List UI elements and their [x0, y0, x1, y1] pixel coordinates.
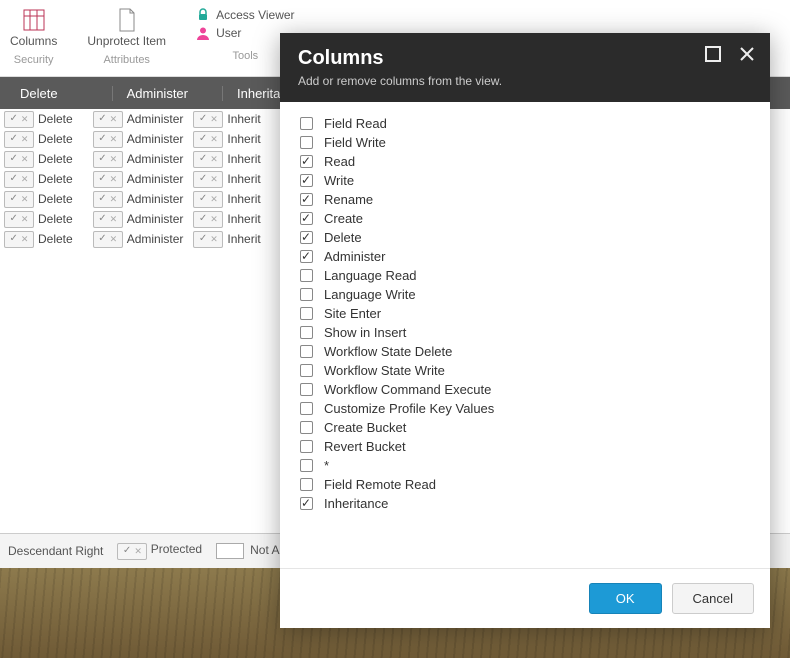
column-option[interactable]: Field Read — [296, 114, 754, 133]
column-option[interactable]: Rename — [296, 190, 754, 209]
column-checkbox[interactable] — [300, 364, 313, 377]
column-option[interactable]: Workflow State Write — [296, 361, 754, 380]
column-option-label: Revert Bucket — [324, 439, 406, 454]
column-option[interactable]: Language Read — [296, 266, 754, 285]
column-option-label: Inheritance — [324, 496, 388, 511]
column-checkbox[interactable] — [300, 193, 313, 206]
column-checkbox[interactable] — [300, 269, 313, 282]
column-checkbox[interactable] — [300, 402, 313, 415]
column-checkbox[interactable] — [300, 478, 313, 491]
dialog-subtitle: Add or remove columns from the view. — [298, 74, 752, 88]
dialog-body: Field Read Field Write Read Write Rename Crea… — [280, 102, 770, 568]
column-option[interactable]: Language Write — [296, 285, 754, 304]
column-option-label: Field Remote Read — [324, 477, 436, 492]
column-option-label: Language Read — [324, 268, 417, 283]
column-option-label: Language Write — [324, 287, 416, 302]
column-option[interactable]: Delete — [296, 228, 754, 247]
column-option-label: Rename — [324, 192, 373, 207]
column-option-label: Field Read — [324, 116, 387, 131]
column-checkbox[interactable] — [300, 421, 313, 434]
column-option-label: Read — [324, 154, 355, 169]
column-checkbox[interactable] — [300, 288, 313, 301]
ok-button[interactable]: OK — [589, 583, 662, 614]
column-checkbox[interactable] — [300, 326, 313, 339]
column-checkbox[interactable] — [300, 440, 313, 453]
column-checkbox[interactable] — [300, 345, 313, 358]
column-option[interactable]: Revert Bucket — [296, 437, 754, 456]
column-option[interactable]: Field Write — [296, 133, 754, 152]
column-option[interactable]: Read — [296, 152, 754, 171]
column-option-label: Customize Profile Key Values — [324, 401, 494, 416]
column-option-label: Workflow State Write — [324, 363, 445, 378]
dialog-footer: OK Cancel — [280, 568, 770, 628]
dialog-title: Columns — [298, 47, 752, 70]
columns-dialog: Columns Add or remove columns from the v… — [280, 33, 770, 628]
column-option-label: Delete — [324, 230, 362, 245]
column-checkbox[interactable] — [300, 174, 313, 187]
column-option[interactable]: Show in Insert — [296, 323, 754, 342]
dialog-header: Columns Add or remove columns from the v… — [280, 33, 770, 102]
column-option-label: * — [324, 458, 329, 473]
column-option-label: Workflow State Delete — [324, 344, 452, 359]
column-checkbox[interactable] — [300, 307, 313, 320]
maximize-button[interactable] — [704, 45, 722, 63]
close-button[interactable] — [738, 45, 756, 63]
column-option[interactable]: Site Enter — [296, 304, 754, 323]
cancel-button[interactable]: Cancel — [672, 583, 754, 614]
column-option-label: Field Write — [324, 135, 386, 150]
column-option[interactable]: * — [296, 456, 754, 475]
column-checkbox[interactable] — [300, 155, 313, 168]
column-checkbox[interactable] — [300, 231, 313, 244]
column-option-label: Create Bucket — [324, 420, 406, 435]
column-option[interactable]: Field Remote Read — [296, 475, 754, 494]
column-checkbox[interactable] — [300, 383, 313, 396]
column-checkbox[interactable] — [300, 459, 313, 472]
column-option[interactable]: Customize Profile Key Values — [296, 399, 754, 418]
column-option[interactable]: Write — [296, 171, 754, 190]
column-option-label: Workflow Command Execute — [324, 382, 491, 397]
column-option[interactable]: Workflow State Delete — [296, 342, 754, 361]
close-icon — [739, 46, 755, 62]
column-option[interactable]: Create Bucket — [296, 418, 754, 437]
column-checkbox[interactable] — [300, 212, 313, 225]
column-checkbox[interactable] — [300, 250, 313, 263]
column-checkbox[interactable] — [300, 497, 313, 510]
maximize-icon — [705, 46, 721, 62]
column-option[interactable]: Create — [296, 209, 754, 228]
column-option[interactable]: Administer — [296, 247, 754, 266]
column-checkbox[interactable] — [300, 117, 313, 130]
column-option-label: Administer — [324, 249, 385, 264]
column-option-label: Show in Insert — [324, 325, 406, 340]
column-option-label: Create — [324, 211, 363, 226]
column-option[interactable]: Inheritance — [296, 494, 754, 513]
column-option-label: Write — [324, 173, 354, 188]
column-option[interactable]: Workflow Command Execute — [296, 380, 754, 399]
column-checkbox[interactable] — [300, 136, 313, 149]
column-option-label: Site Enter — [324, 306, 381, 321]
